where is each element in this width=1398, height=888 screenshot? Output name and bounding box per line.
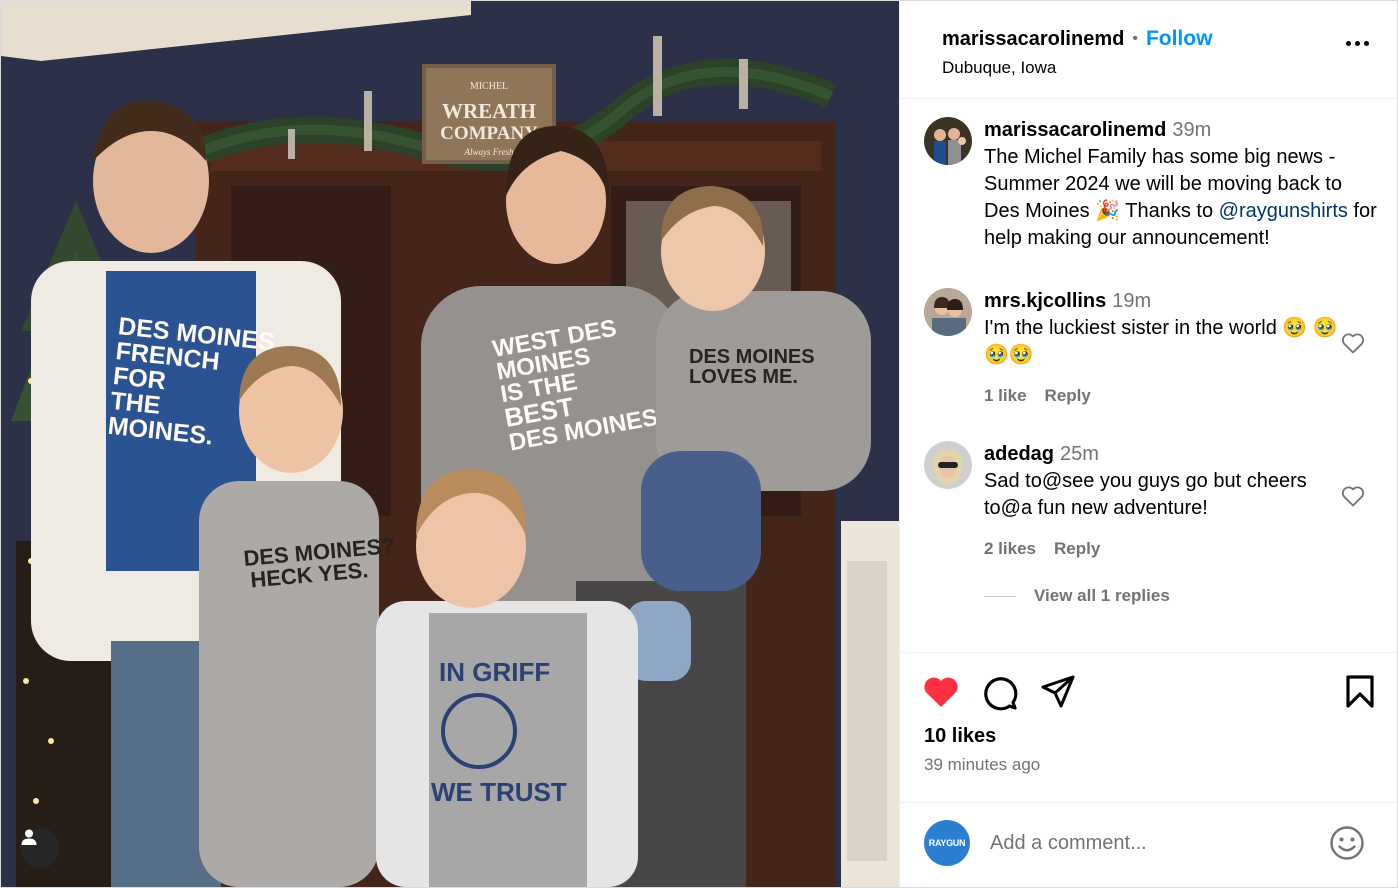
author-username[interactable]: marissacarolinemd <box>942 28 1124 51</box>
more-dot-icon <box>1346 41 1351 46</box>
likes-count[interactable]: 10 likes <box>924 725 996 748</box>
save-bookmark-icon[interactable] <box>1345 675 1375 709</box>
comment-reply-button[interactable]: Reply <box>1054 539 1100 559</box>
comment-username[interactable]: adedag <box>984 443 1054 465</box>
follow-button[interactable]: Follow <box>1146 27 1213 51</box>
share-paper-plane-icon[interactable] <box>1040 675 1076 709</box>
more-options-button[interactable] <box>1346 41 1369 46</box>
post-side-panel: marissacarolinemd • Follow Dubuque, Iowa <box>899 1 1397 887</box>
comments-section: marissacarolinemd 39m The Michel Family h… <box>900 100 1397 652</box>
add-comment-input[interactable] <box>990 825 1310 861</box>
caption-time: 39m <box>1172 119 1212 141</box>
post-photo[interactable]: MICHEL WREATH COMPANY Always Fresh DES M… <box>1 1 899 887</box>
comment-likes-count[interactable]: 1 like <box>984 386 1027 406</box>
comment-reply-button[interactable]: Reply <box>1045 386 1091 406</box>
comment-time: 25m <box>1060 443 1099 465</box>
comment-bubble-icon[interactable] <box>982 675 1018 711</box>
comment-text: Sad to@see you guys go but cheers to@a f… <box>984 470 1307 519</box>
more-dot-icon <box>1364 41 1369 46</box>
post-header: marissacarolinemd • Follow Dubuque, Iowa <box>900 1 1397 99</box>
like-comment-heart-icon[interactable] <box>1341 485 1365 507</box>
current-user-avatar: RAYGUN <box>924 820 970 866</box>
comment-username[interactable]: mrs.kjcollins <box>984 290 1106 312</box>
add-comment-bar: RAYGUN <box>900 802 1397 887</box>
caption-username[interactable]: marissacarolinemd <box>984 119 1166 141</box>
caption-mention-link[interactable]: @raygunshirts <box>1219 200 1348 222</box>
instagram-post: MICHEL WREATH COMPANY Always Fresh DES M… <box>0 0 1398 888</box>
commenter-avatar[interactable] <box>924 441 972 489</box>
comment-time: 19m <box>1112 290 1152 312</box>
like-heart-icon[interactable] <box>922 675 960 709</box>
tagged-user-button[interactable] <box>20 828 60 868</box>
comment-item: mrs.kjcollins 19m I'm the luckiest sister… <box>924 288 1377 406</box>
comment-text: I'm the luckiest sister in the world 🥹 🥹… <box>984 317 1338 366</box>
more-dot-icon <box>1355 41 1360 46</box>
location-link[interactable]: Dubuque, Iowa <box>942 58 1397 78</box>
comment-item: adedag 25m Sad to@see you guys go but che… <box>924 441 1377 559</box>
separator-dot: • <box>1132 30 1138 47</box>
post-timestamp: 39 minutes ago <box>924 755 1041 774</box>
family-photo-illustration: MICHEL WREATH COMPANY Always Fresh DES M… <box>1 1 899 887</box>
commenter-avatar[interactable] <box>924 288 972 336</box>
view-replies-label: View all 1 replies <box>1034 586 1170 605</box>
like-comment-heart-icon[interactable] <box>1341 332 1365 354</box>
person-icon <box>21 829 37 845</box>
emoji-picker-icon[interactable] <box>1329 825 1365 861</box>
view-replies-button[interactable]: View all 1 replies <box>984 586 1170 606</box>
comment-likes-count[interactable]: 2 likes <box>984 539 1036 559</box>
post-actions: 10 likes 39 minutes ago <box>900 652 1397 802</box>
replies-divider <box>984 595 1016 597</box>
caption: marissacarolinemd 39m The Michel Family h… <box>924 117 1377 252</box>
author-avatar[interactable] <box>924 117 972 165</box>
